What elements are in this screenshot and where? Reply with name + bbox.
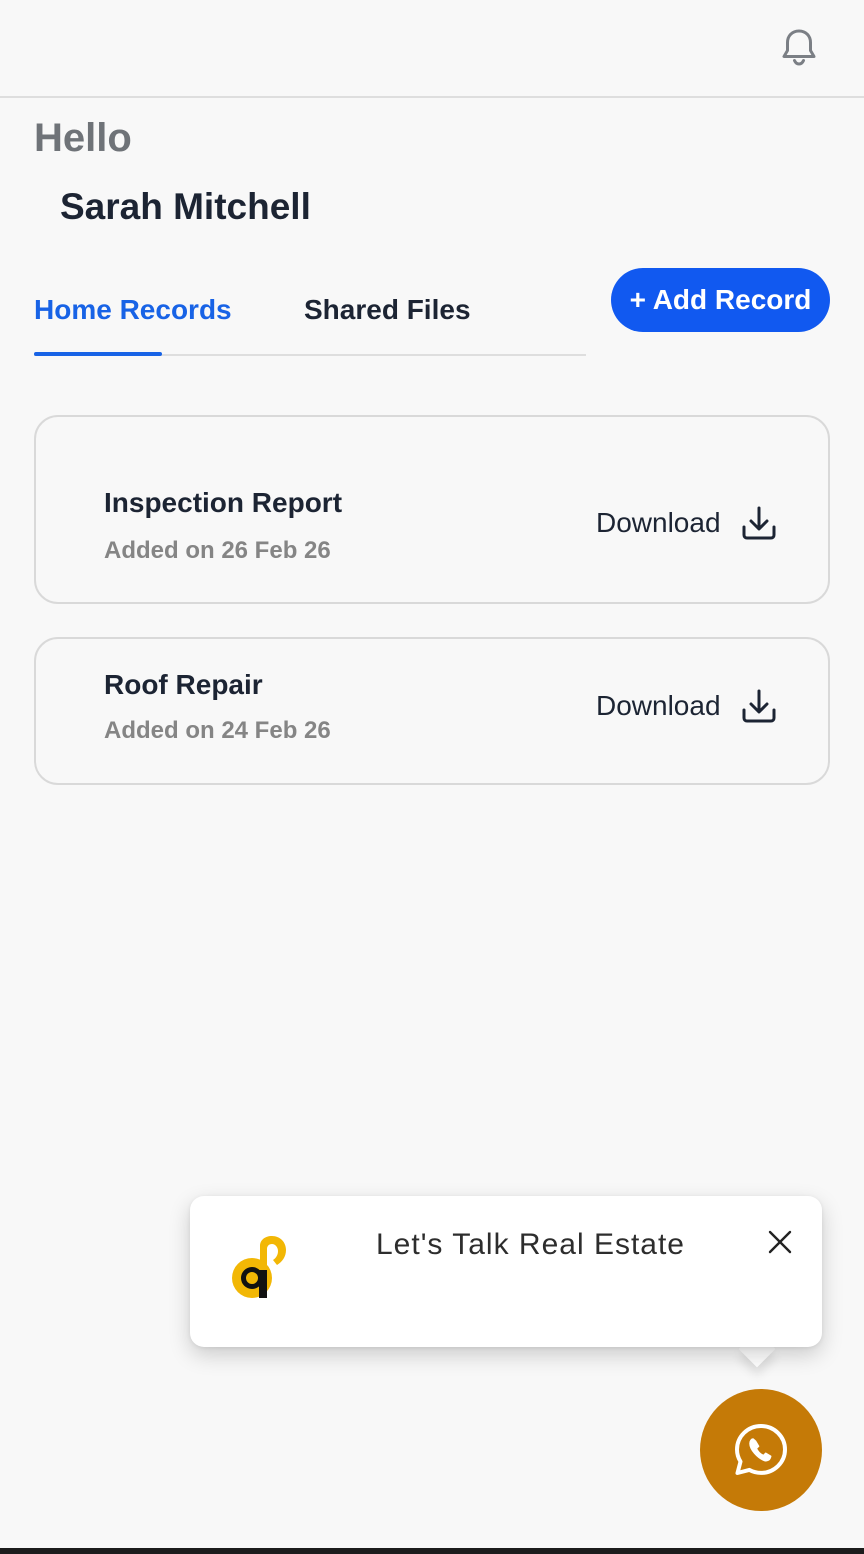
brand-logo-icon (232, 1236, 286, 1298)
record-title: Roof Repair (104, 669, 263, 700)
record-title: Inspection Report (104, 487, 343, 518)
whatsapp-button[interactable] (700, 1389, 822, 1511)
bottom-edge (0, 1548, 864, 1554)
chat-popup-text: Let's Talk Real Estate (376, 1228, 685, 1261)
record-date: Added on 26 Feb 26 (104, 537, 331, 564)
chat-popup-tail-cover (736, 1320, 796, 1347)
bell-icon[interactable] (778, 26, 820, 68)
tab-shared-files[interactable]: Shared Files (304, 294, 471, 326)
tab-home-records[interactable]: Home Records (34, 294, 232, 326)
page: Hello Sarah Mitchell Home Records Shared… (0, 0, 864, 1554)
record-card: Roof Repair Added on 24 Feb 26 Download (34, 637, 830, 785)
active-tab-indicator (34, 352, 162, 356)
close-icon[interactable] (766, 1228, 794, 1256)
chat-popup: Let's Talk Real Estate (190, 1196, 822, 1347)
whatsapp-icon (735, 1424, 787, 1475)
download-button[interactable]: Download (596, 684, 779, 728)
top-bar (0, 0, 864, 98)
record-card: Inspection Report Added on 26 Feb 26 Dow… (34, 415, 830, 604)
download-button[interactable]: Download (596, 501, 779, 545)
tab-bar: Home Records Shared Files (34, 280, 586, 356)
add-record-button[interactable]: + Add Record (611, 268, 830, 332)
download-icon (742, 506, 776, 540)
download-label: Download (596, 690, 721, 721)
greeting-hello: Hello (34, 116, 132, 160)
download-icon (742, 689, 776, 723)
user-name: Sarah Mitchell (60, 186, 311, 227)
download-label: Download (596, 507, 721, 538)
record-date: Added on 24 Feb 26 (104, 717, 331, 744)
